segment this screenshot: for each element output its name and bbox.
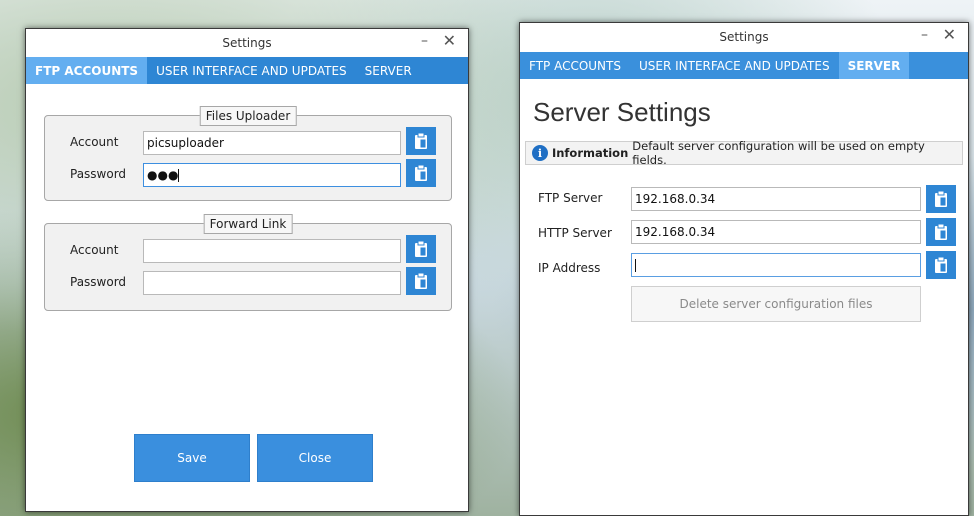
password-input[interactable]: ●●● [143,163,401,187]
text-caret [635,259,636,272]
tab-bar: FTP ACCOUNTS USER INTERFACE AND UPDATES … [26,57,468,84]
account-row: Account picsuploader [45,131,451,155]
tab-ftp-accounts[interactable]: FTP ACCOUNTS [26,57,148,84]
tab-user-interface-and-updates[interactable]: USER INTERFACE AND UPDATES [630,52,839,79]
title-bar: Settings – ✕ [26,29,468,57]
account-row: Account [45,239,451,263]
paste-forward-password-button[interactable] [406,267,436,295]
http-server-label: HTTP Server [538,226,612,240]
info-text: Default server configuration will be use… [632,139,925,167]
tab-server[interactable]: SERVER [838,52,910,79]
window-title: Settings [222,36,272,50]
paste-password-button[interactable] [406,159,436,187]
title-bar: Settings – ✕ [520,23,968,52]
ftp-server-label: FTP Server [538,191,603,205]
minimize-button[interactable]: – [421,33,428,49]
password-label: Password [70,167,127,181]
account-label: Account [70,135,119,149]
window-title: Settings [719,30,769,44]
password-row: Password ●●● [45,163,451,187]
info-banner: i Information Default server configurati… [525,139,963,167]
ip-address-input[interactable] [631,253,921,277]
info-icon: i [532,145,548,161]
tab-bar: FTP ACCOUNTS USER INTERFACE AND UPDATES … [520,52,968,79]
page-title: Server Settings [533,97,711,127]
ftp-server-input[interactable]: 192.168.0.34 [631,187,921,211]
tab-server[interactable]: SERVER [356,57,421,84]
password-row: Password [45,271,451,295]
group-title: Forward Link [203,214,293,234]
forward-account-input[interactable] [143,239,401,263]
text-caret [178,169,180,182]
paste-ftp-server-button[interactable] [926,185,956,213]
clipboard-paste-icon [415,273,427,289]
close-button[interactable]: Close [257,434,373,482]
files-uploader-group: Files Uploader Account picsuploader Pass… [44,106,452,201]
minimize-button[interactable]: – [921,27,928,43]
paste-account-button[interactable] [406,127,436,155]
clipboard-paste-icon [935,257,947,273]
account-input[interactable]: picsuploader [143,131,401,155]
http-server-input[interactable]: 192.168.0.34 [631,220,921,244]
ip-address-label: IP Address [538,261,601,275]
delete-server-config-button[interactable]: Delete server configuration files [631,286,921,322]
tab-ftp-accounts[interactable]: FTP ACCOUNTS [520,52,630,79]
password-label: Password [70,275,127,289]
group-title: Files Uploader [199,106,297,126]
forward-password-input[interactable] [143,271,401,295]
password-mask: ●●● [147,168,179,182]
save-button[interactable]: Save [134,434,250,482]
settings-window-server: Settings – ✕ FTP ACCOUNTS USER INTERFACE… [519,22,969,516]
info-label: Information [551,146,629,160]
clipboard-paste-icon [935,224,947,240]
paste-forward-account-button[interactable] [406,235,436,263]
clipboard-paste-icon [935,191,947,207]
clipboard-paste-icon [415,165,427,181]
tab-user-interface-and-updates[interactable]: USER INTERFACE AND UPDATES [147,57,356,84]
clipboard-paste-icon [415,241,427,257]
account-label: Account [70,243,119,257]
clipboard-paste-icon [415,133,427,149]
settings-window-ftp-accounts: Settings – ✕ FTP ACCOUNTS USER INTERFACE… [25,28,469,512]
paste-ip-address-button[interactable] [926,251,956,279]
paste-http-server-button[interactable] [926,218,956,246]
forward-link-group: Forward Link Account Password [44,214,452,311]
close-window-button[interactable]: ✕ [943,25,956,44]
close-window-button[interactable]: ✕ [443,31,456,50]
